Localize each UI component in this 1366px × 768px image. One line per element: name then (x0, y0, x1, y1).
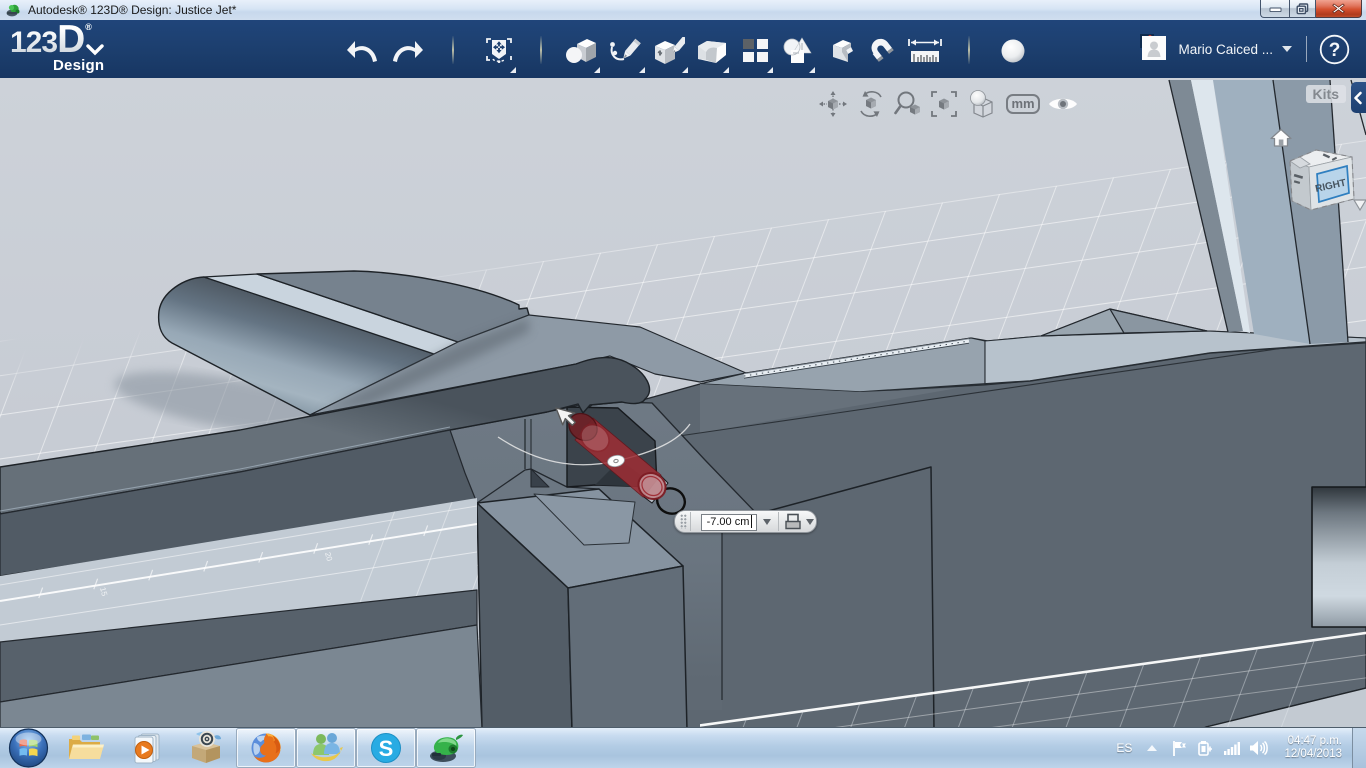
combine-tool[interactable] (781, 34, 815, 68)
flyout-corner-icon (682, 67, 688, 73)
dimension-dropdown-icon[interactable] (763, 519, 771, 525)
pill-divider (778, 512, 779, 531)
messenger-button[interactable] (296, 728, 356, 768)
logo-chevron-icon[interactable] (86, 44, 104, 56)
flyout-corner-icon (639, 67, 645, 73)
measure-tool[interactable] (908, 34, 942, 68)
action-center-icon[interactable] (1172, 740, 1188, 757)
help-glyph: ? (1329, 40, 1341, 61)
fillet-tool[interactable] (695, 34, 729, 68)
firefox-button[interactable] (236, 728, 296, 768)
view-cube[interactable]: RIGHT (1290, 150, 1354, 210)
main-toolbar: 123D® Design (0, 20, 1366, 78)
power-icon[interactable] (1197, 740, 1214, 757)
primitives-tool[interactable] (564, 34, 598, 68)
view-toolbar: mm (818, 89, 1086, 119)
start-button[interactable] (0, 728, 56, 768)
snap-tool[interactable] (826, 34, 860, 68)
hide-show-icon[interactable] (1048, 95, 1078, 113)
123d-box-button[interactable] (176, 728, 236, 768)
toolbar-divider (452, 36, 454, 64)
123d-design-button[interactable] (416, 728, 476, 768)
home-icon[interactable] (1271, 130, 1291, 147)
app-icon (6, 4, 21, 17)
zoom-icon[interactable] (894, 90, 922, 118)
tray-date: 12/04/2013 (1284, 748, 1342, 761)
text-caret (751, 515, 752, 528)
skype-letter: S (379, 736, 394, 761)
redo-button[interactable] (390, 34, 424, 68)
transform-tool[interactable] (482, 34, 516, 68)
sketch-tool[interactable] (608, 34, 642, 68)
viewport[interactable]: 1520 (0, 78, 1366, 728)
pill-drag-handle[interactable] (680, 514, 687, 529)
show-desktop-button[interactable] (1352, 728, 1366, 768)
magnet-tool[interactable] (866, 34, 900, 68)
skype-button[interactable]: S (356, 728, 416, 768)
window-title: Autodesk® 123D® Design: Justice Jet* (28, 3, 236, 17)
flyout-corner-icon (594, 67, 600, 73)
media-player-button[interactable] (116, 728, 176, 768)
panel-collapse-button[interactable] (1351, 82, 1366, 113)
dimension-pill (674, 510, 817, 533)
extrude-mode-dropdown-icon[interactable] (806, 519, 814, 525)
undo-button[interactable] (346, 34, 380, 68)
user-caret-icon[interactable] (1282, 46, 1292, 52)
taskbar: S ES (0, 727, 1366, 768)
orbit-icon[interactable] (856, 89, 886, 119)
toolbar-divider (968, 36, 970, 64)
block-right-face (568, 566, 687, 728)
explorer-button[interactable] (56, 728, 116, 768)
kits-panel-label[interactable]: Kits (1306, 85, 1346, 103)
nozzle-panel (1312, 487, 1366, 627)
flyout-corner-icon (809, 67, 815, 73)
tray-clock[interactable]: 04:47 p.m. 12/04/2013 (1284, 735, 1342, 761)
volume-icon[interactable] (1249, 740, 1268, 756)
minimize-button[interactable] (1260, 0, 1289, 18)
units-badge[interactable]: mm (1006, 94, 1040, 114)
network-icon[interactable] (1223, 741, 1240, 756)
flyout-corner-icon (767, 67, 773, 73)
pan-icon[interactable] (818, 90, 848, 118)
material-tool[interactable] (996, 34, 1030, 68)
toolbar-divider (540, 36, 542, 64)
help-button[interactable]: ? (1319, 34, 1350, 65)
dimension-input[interactable] (701, 514, 757, 531)
fit-icon[interactable] (930, 90, 958, 118)
user-name[interactable]: Mario Caiced ... (1178, 42, 1273, 57)
construct-tool[interactable] (652, 34, 686, 68)
tray-time: 04:47 p.m. (1284, 735, 1342, 748)
app-logo-sub: Design (53, 57, 104, 74)
pattern-tool[interactable] (739, 34, 773, 68)
tray-expand-icon[interactable] (1146, 744, 1158, 752)
flyout-corner-icon (510, 67, 516, 73)
flyout-corner-icon (723, 67, 729, 73)
user-avatar[interactable] (1142, 36, 1168, 62)
cube-down-arrow[interactable] (1354, 200, 1366, 210)
title-bar: Autodesk® 123D® Design: Justice Jet* (0, 0, 1366, 20)
close-button[interactable] (1316, 0, 1362, 18)
scene-canvas[interactable]: 1520 (0, 78, 1366, 728)
extrude-mode-icon[interactable] (784, 513, 802, 530)
tray-language[interactable]: ES (1116, 741, 1132, 755)
display-style-icon[interactable] (966, 89, 996, 119)
maximize-button[interactable] (1289, 0, 1316, 18)
toolbar-divider (1306, 36, 1307, 62)
